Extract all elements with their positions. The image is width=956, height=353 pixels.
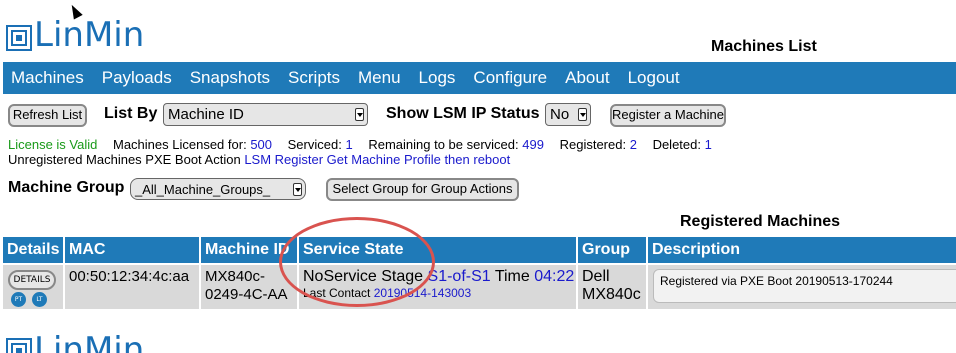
state-prefix: NoService Stage xyxy=(303,268,424,285)
table-row-mac: 00:50:12:34:4c:aa xyxy=(65,265,199,309)
license-status: License is Valid xyxy=(8,137,98,152)
col-machine-id: Machine ID xyxy=(201,237,297,263)
pxe-boot-action: Unregistered Machines PXE Boot Action LS… xyxy=(8,152,510,167)
logo-icon xyxy=(6,338,32,353)
col-group: Group xyxy=(578,237,646,263)
chevron-down-icon xyxy=(578,108,587,121)
time-value: 04:22 xyxy=(534,268,575,285)
deleted-value[interactable]: 1 xyxy=(705,137,712,152)
col-description: Description xyxy=(648,237,956,263)
table-row-description: Registered via PXE Boot 20190513-170244 xyxy=(648,265,956,309)
time-label: Time xyxy=(494,268,530,285)
main-nav: Machines Payloads Snapshots Scripts Menu… xyxy=(3,62,956,94)
deleted-label: Deleted: xyxy=(652,137,701,152)
stage-link[interactable]: S1-of-S1 xyxy=(428,268,491,285)
linmin-logo: LinMin xyxy=(6,15,144,55)
col-mac: MAC xyxy=(65,237,199,263)
nav-logout[interactable]: Logout xyxy=(619,62,689,94)
pxe-action-link[interactable]: LSM Register Get Machine Profile then re… xyxy=(244,152,510,167)
list-by-label: List By xyxy=(104,105,158,122)
nav-about[interactable]: About xyxy=(556,62,618,94)
register-machine-button[interactable]: Register a Machine xyxy=(610,104,726,127)
table-row-machine-id: MX840c- 0249-4C-AA xyxy=(201,265,297,309)
nav-logs[interactable]: Logs xyxy=(410,62,465,94)
table-row-service-state: NoService Stage S1-of-S1 Time 04:22 Last… xyxy=(299,265,576,309)
machine-group-label: Machine Group xyxy=(8,179,125,196)
group-line2: MX840c xyxy=(582,286,641,303)
list-by-select[interactable]: Machine ID xyxy=(163,103,368,126)
chevron-down-icon xyxy=(293,183,302,196)
last-contact-label: Last Contact xyxy=(303,286,371,300)
nav-payloads[interactable]: Payloads xyxy=(93,62,181,94)
col-details: Details xyxy=(3,237,63,263)
description-box[interactable]: Registered via PXE Boot 20190513-170244 xyxy=(653,269,956,303)
nav-scripts[interactable]: Scripts xyxy=(279,62,349,94)
logo-text: LinMin xyxy=(34,330,145,353)
list-by-value: Machine ID xyxy=(168,106,244,123)
table-row-details-cell: DETAILS PT LT xyxy=(3,265,63,309)
serviced-label: Serviced: xyxy=(287,137,342,152)
show-lsm-select[interactable]: No xyxy=(545,103,591,126)
nav-snapshots[interactable]: Snapshots xyxy=(181,62,279,94)
remaining-value[interactable]: 499 xyxy=(522,137,544,152)
nav-machines[interactable]: Machines xyxy=(3,62,93,94)
nav-menu[interactable]: Menu xyxy=(349,62,410,94)
logo-text: LinMin xyxy=(34,15,145,55)
nav-configure[interactable]: Configure xyxy=(464,62,556,94)
page-title: Machines List xyxy=(711,38,817,55)
select-group-button[interactable]: Select Group for Group Actions xyxy=(326,178,519,201)
pt-icon[interactable]: PT xyxy=(11,292,26,307)
group-line1: Dell xyxy=(582,268,610,285)
registered-label: Registered: xyxy=(559,137,627,152)
licensed-value[interactable]: 500 xyxy=(250,137,272,152)
table-row-group: Dell MX840c xyxy=(578,265,646,309)
machine-id-line2: 0249-4C-AA xyxy=(205,286,288,303)
show-lsm-label: Show LSM IP Status xyxy=(386,105,540,122)
licensed-label: Machines Licensed for: xyxy=(113,137,247,152)
lt-icon[interactable]: LT xyxy=(32,292,47,307)
mac-value: 00:50:12:34:4c:aa xyxy=(69,268,190,285)
machine-group-value: _All_Machine_Groups_ xyxy=(135,182,271,197)
machine-id-line1: MX840c- xyxy=(205,268,266,285)
refresh-list-button[interactable]: Refresh List xyxy=(8,104,87,127)
remaining-label: Remaining to be serviced: xyxy=(368,137,519,152)
pxe-label: Unregistered Machines PXE Boot Action xyxy=(8,152,241,167)
serviced-value[interactable]: 1 xyxy=(345,137,352,152)
logo-icon xyxy=(6,25,32,51)
last-contact-value: 20190514-143003 xyxy=(373,286,472,300)
machine-group-select[interactable]: _All_Machine_Groups_ xyxy=(130,178,306,200)
footer-logo: LinMin xyxy=(6,330,144,353)
col-service-state: Service State xyxy=(299,237,576,263)
show-lsm-value: No xyxy=(550,106,570,123)
registered-machines-title: Registered Machines xyxy=(680,213,841,230)
registered-value[interactable]: 2 xyxy=(630,137,637,152)
license-stats: License is Valid Machines Licensed for: … xyxy=(8,137,712,152)
chevron-down-icon xyxy=(355,108,364,121)
details-button[interactable]: DETAILS xyxy=(8,270,56,290)
